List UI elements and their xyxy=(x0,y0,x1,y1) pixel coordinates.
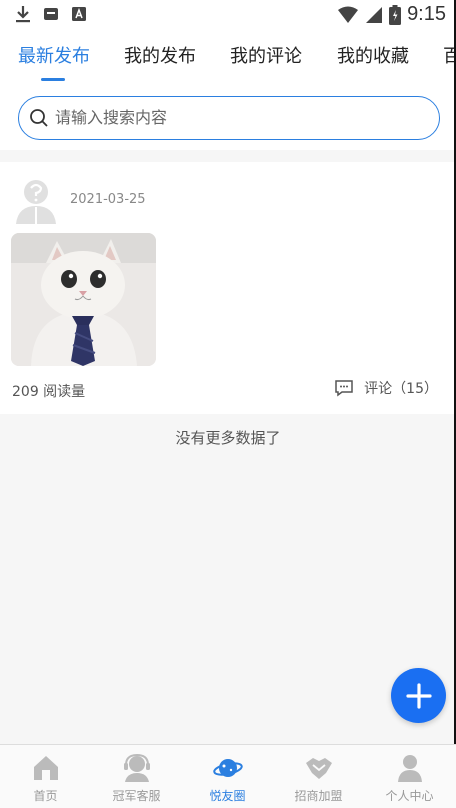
plus-icon xyxy=(405,682,432,709)
search-bar[interactable] xyxy=(18,96,440,140)
nav-home[interactable]: 首页 xyxy=(0,751,91,807)
feed-background xyxy=(0,414,456,744)
battery-icon xyxy=(389,4,402,25)
download-icon xyxy=(16,6,30,23)
tab-my-comments[interactable]: 我的评论 xyxy=(230,42,302,68)
nav-label-profile: 个人中心 xyxy=(385,789,434,803)
handshake-icon xyxy=(305,758,332,779)
status-bar: 9:15 xyxy=(0,0,456,32)
bottom-navigation: 首页 冠军客服 悦友圈 招商加盟 个人中心 xyxy=(0,744,456,808)
search-icon xyxy=(30,109,48,127)
status-left-icons xyxy=(14,5,88,23)
nav-label-friends-circle: 悦友圈 xyxy=(209,789,246,803)
no-more-data-text: 没有更多数据了 xyxy=(175,429,281,447)
sim-icon xyxy=(44,8,58,20)
customer-service-icon xyxy=(123,753,150,782)
status-right-icons: 9:15 xyxy=(337,3,446,26)
tab-my-posts[interactable]: 我的发布 xyxy=(124,42,196,68)
nav-profile[interactable]: 个人中心 xyxy=(364,751,455,807)
tab-latest[interactable]: 最新发布 xyxy=(18,42,90,68)
post-card[interactable]: 2021-03-25 209 阅读量 评论（15） xyxy=(0,162,456,414)
nav-label-customer-service: 冠军客服 xyxy=(112,789,161,803)
avatar-placeholder-icon xyxy=(16,180,56,224)
signal-icon xyxy=(366,6,383,23)
nav-label-franchise: 招商加盟 xyxy=(294,789,343,803)
add-post-button[interactable] xyxy=(391,668,446,723)
category-tabs: 最新发布 我的发布 我的评论 我的收藏 百 xyxy=(0,32,456,84)
status-time: 9:15 xyxy=(407,3,446,25)
tab-my-favorites[interactable]: 我的收藏 xyxy=(337,42,409,68)
comment-icon xyxy=(335,380,353,397)
cat-with-tie-image xyxy=(11,233,156,366)
search-input[interactable] xyxy=(55,97,425,138)
comment-button[interactable]: 评论（15） xyxy=(334,378,438,398)
person-icon xyxy=(397,755,422,782)
home-icon xyxy=(33,756,58,780)
post-date: 2021-03-25 xyxy=(70,192,146,207)
font-icon xyxy=(72,7,86,21)
active-tab-indicator xyxy=(41,78,65,81)
comment-label: 评论（15） xyxy=(364,381,438,397)
nav-franchise[interactable]: 招商加盟 xyxy=(273,751,364,807)
nav-friends-circle[interactable]: 悦友圈 xyxy=(182,751,273,807)
section-divider xyxy=(0,150,456,162)
wifi-icon xyxy=(338,6,359,23)
nav-label-home: 首页 xyxy=(33,789,58,803)
planet-icon xyxy=(212,759,243,777)
nav-customer-service[interactable]: 冠军客服 xyxy=(91,751,182,807)
read-count: 209 阅读量 xyxy=(12,384,86,400)
post-image[interactable] xyxy=(11,233,156,366)
